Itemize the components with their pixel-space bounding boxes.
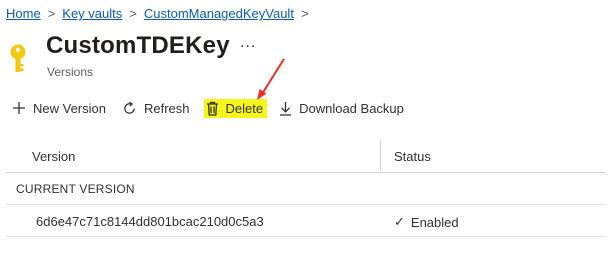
trash-icon <box>206 101 219 116</box>
breadcrumb-separator: > <box>129 6 137 21</box>
column-header-status[interactable]: Status <box>394 149 431 164</box>
refresh-button[interactable]: Refresh <box>122 101 190 116</box>
new-version-button[interactable]: New Version <box>12 101 106 116</box>
key-icon <box>10 44 26 72</box>
row-divider <box>6 236 606 237</box>
command-bar: New Version Refresh Delete Download Back… <box>12 96 420 120</box>
page-subtitle: Versions <box>47 65 94 79</box>
refresh-label: Refresh <box>143 100 190 116</box>
column-divider[interactable] <box>380 140 381 170</box>
status-cell: ✓ Enabled <box>394 214 459 230</box>
breadcrumb-separator: > <box>300 6 309 21</box>
page-title: CustomTDEKey <box>46 32 230 59</box>
download-icon <box>279 101 292 116</box>
download-backup-button[interactable]: Download Backup <box>279 101 404 116</box>
table-header <box>6 138 606 173</box>
download-backup-label: Download Backup <box>299 100 404 116</box>
status-label: Enabled <box>410 214 459 230</box>
row-divider <box>6 204 606 205</box>
breadcrumb-home[interactable]: Home <box>6 6 41 21</box>
version-id-cell[interactable]: 6d6e47c71c8144dd801bcac210d0c5a3 <box>36 214 264 229</box>
breadcrumb-separator: > <box>47 6 56 21</box>
column-header-version[interactable]: Version <box>32 149 75 164</box>
annotation-arrow <box>257 58 285 100</box>
refresh-icon <box>122 101 137 116</box>
breadcrumb: Home > Key vaults > CustomManagedKeyVaul… <box>6 6 316 21</box>
check-icon: ✓ <box>394 214 405 229</box>
delete-label: Delete <box>225 100 264 116</box>
more-options-button[interactable]: ... <box>240 34 256 52</box>
new-version-label: New Version <box>33 100 106 116</box>
breadcrumb-key-vaults[interactable]: Key vaults <box>62 6 122 21</box>
group-header-current-version: CURRENT VERSION <box>16 182 135 196</box>
breadcrumb-vault[interactable]: CustomManagedKeyVault <box>144 6 294 21</box>
plus-icon <box>12 101 26 115</box>
